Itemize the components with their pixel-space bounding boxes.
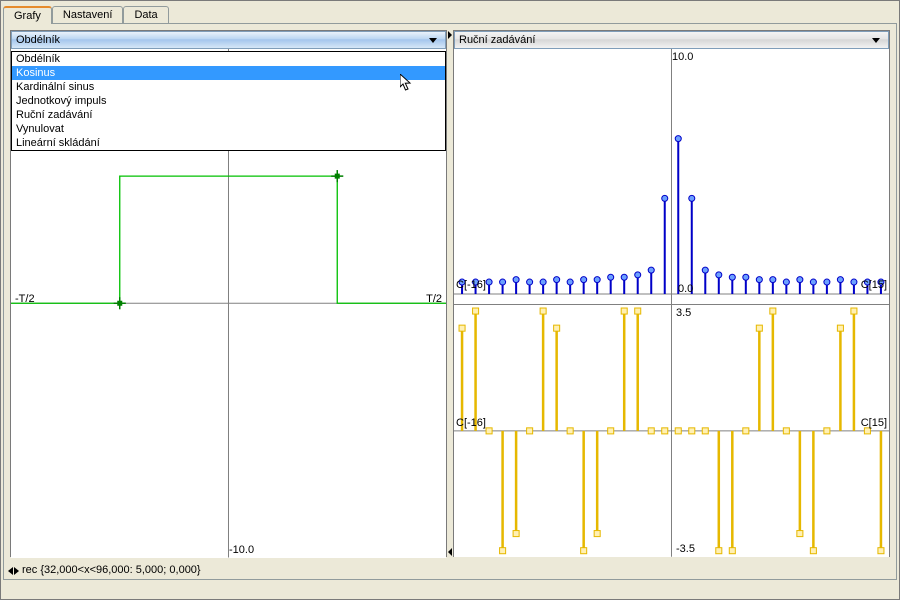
y-axis-top-label: 10.0 — [672, 51, 693, 63]
y-axis-top-label: 3.5 — [676, 307, 691, 319]
cursor-icon — [400, 74, 412, 92]
x-axis-left-label: -T/2 — [15, 293, 35, 305]
y-axis-bottom-label: -10.0 — [229, 544, 254, 556]
x-axis-left-label: C[-16] — [456, 279, 486, 291]
app-window: Grafy Nastavení Data Obdélník Obdélník K… — [0, 0, 900, 600]
tab-grafy[interactable]: Grafy — [3, 6, 52, 24]
right-pane: Ruční zadávání 10.0 0.0 C[-16] C[15] 3.5… — [453, 30, 890, 557]
option-rucni-zadavani[interactable]: Ruční zadávání — [12, 108, 445, 122]
splitter: Obdélník Obdélník Kosinus Kardinální sin… — [10, 30, 890, 557]
option-jednotkovy-impuls[interactable]: Jednotkový impuls — [12, 94, 445, 108]
status-text: rec {32,000<x<96,000: 5,000; 0,000} — [22, 564, 201, 576]
y-axis-bottom-label: -3.5 — [676, 543, 695, 555]
chevron-left-icon — [448, 548, 452, 556]
left-pane: Obdélník Obdélník Kosinus Kardinální sin… — [10, 30, 447, 557]
chevron-right-icon — [14, 567, 19, 575]
tab-body: Obdélník Obdélník Kosinus Kardinální sin… — [3, 23, 897, 580]
chevron-down-icon[interactable] — [425, 32, 441, 48]
coeff-mode-value: Ruční zadávání — [459, 34, 868, 46]
option-obdelnik[interactable]: Obdélník — [12, 52, 445, 66]
coeff-mode-combo[interactable]: Ruční zadávání — [454, 31, 889, 49]
option-vynulovat[interactable]: Vynulovat — [12, 122, 445, 136]
option-kardinalni-sinus[interactable]: Kardinální sinus — [12, 80, 445, 94]
status-scroller[interactable] — [8, 567, 20, 575]
imag-coeff-plot[interactable]: 3.5 -3.5 C[-16] C[15] — [454, 305, 889, 557]
signal-type-combo[interactable]: Obdélník Obdélník Kosinus Kardinální sin… — [11, 31, 446, 49]
x-axis-right-label: C[15] — [861, 417, 887, 429]
tab-nastaveni[interactable]: Nastavení — [52, 6, 124, 23]
y-axis-zero-label: 0.0 — [678, 283, 693, 295]
chevron-left-icon — [8, 567, 13, 575]
chevron-right-icon — [448, 31, 452, 39]
x-axis-right-label: T/2 — [426, 293, 442, 305]
real-coeff-plot[interactable]: 10.0 0.0 C[-16] C[15] — [454, 49, 889, 305]
tab-data[interactable]: Data — [123, 6, 168, 23]
signal-type-value: Obdélník — [16, 34, 425, 46]
signal-type-dropdown[interactable]: Obdélník Kosinus Kardinální sinus Jednot… — [11, 51, 446, 151]
tab-strip: Grafy Nastavení Data — [1, 1, 899, 23]
option-kosinus[interactable]: Kosinus — [12, 66, 445, 80]
x-axis-right-label: C[15] — [861, 279, 887, 291]
x-axis-left-label: C[-16] — [456, 417, 486, 429]
chevron-down-icon[interactable] — [868, 32, 884, 48]
option-linearni-skladani[interactable]: Lineární skládání — [12, 136, 445, 150]
